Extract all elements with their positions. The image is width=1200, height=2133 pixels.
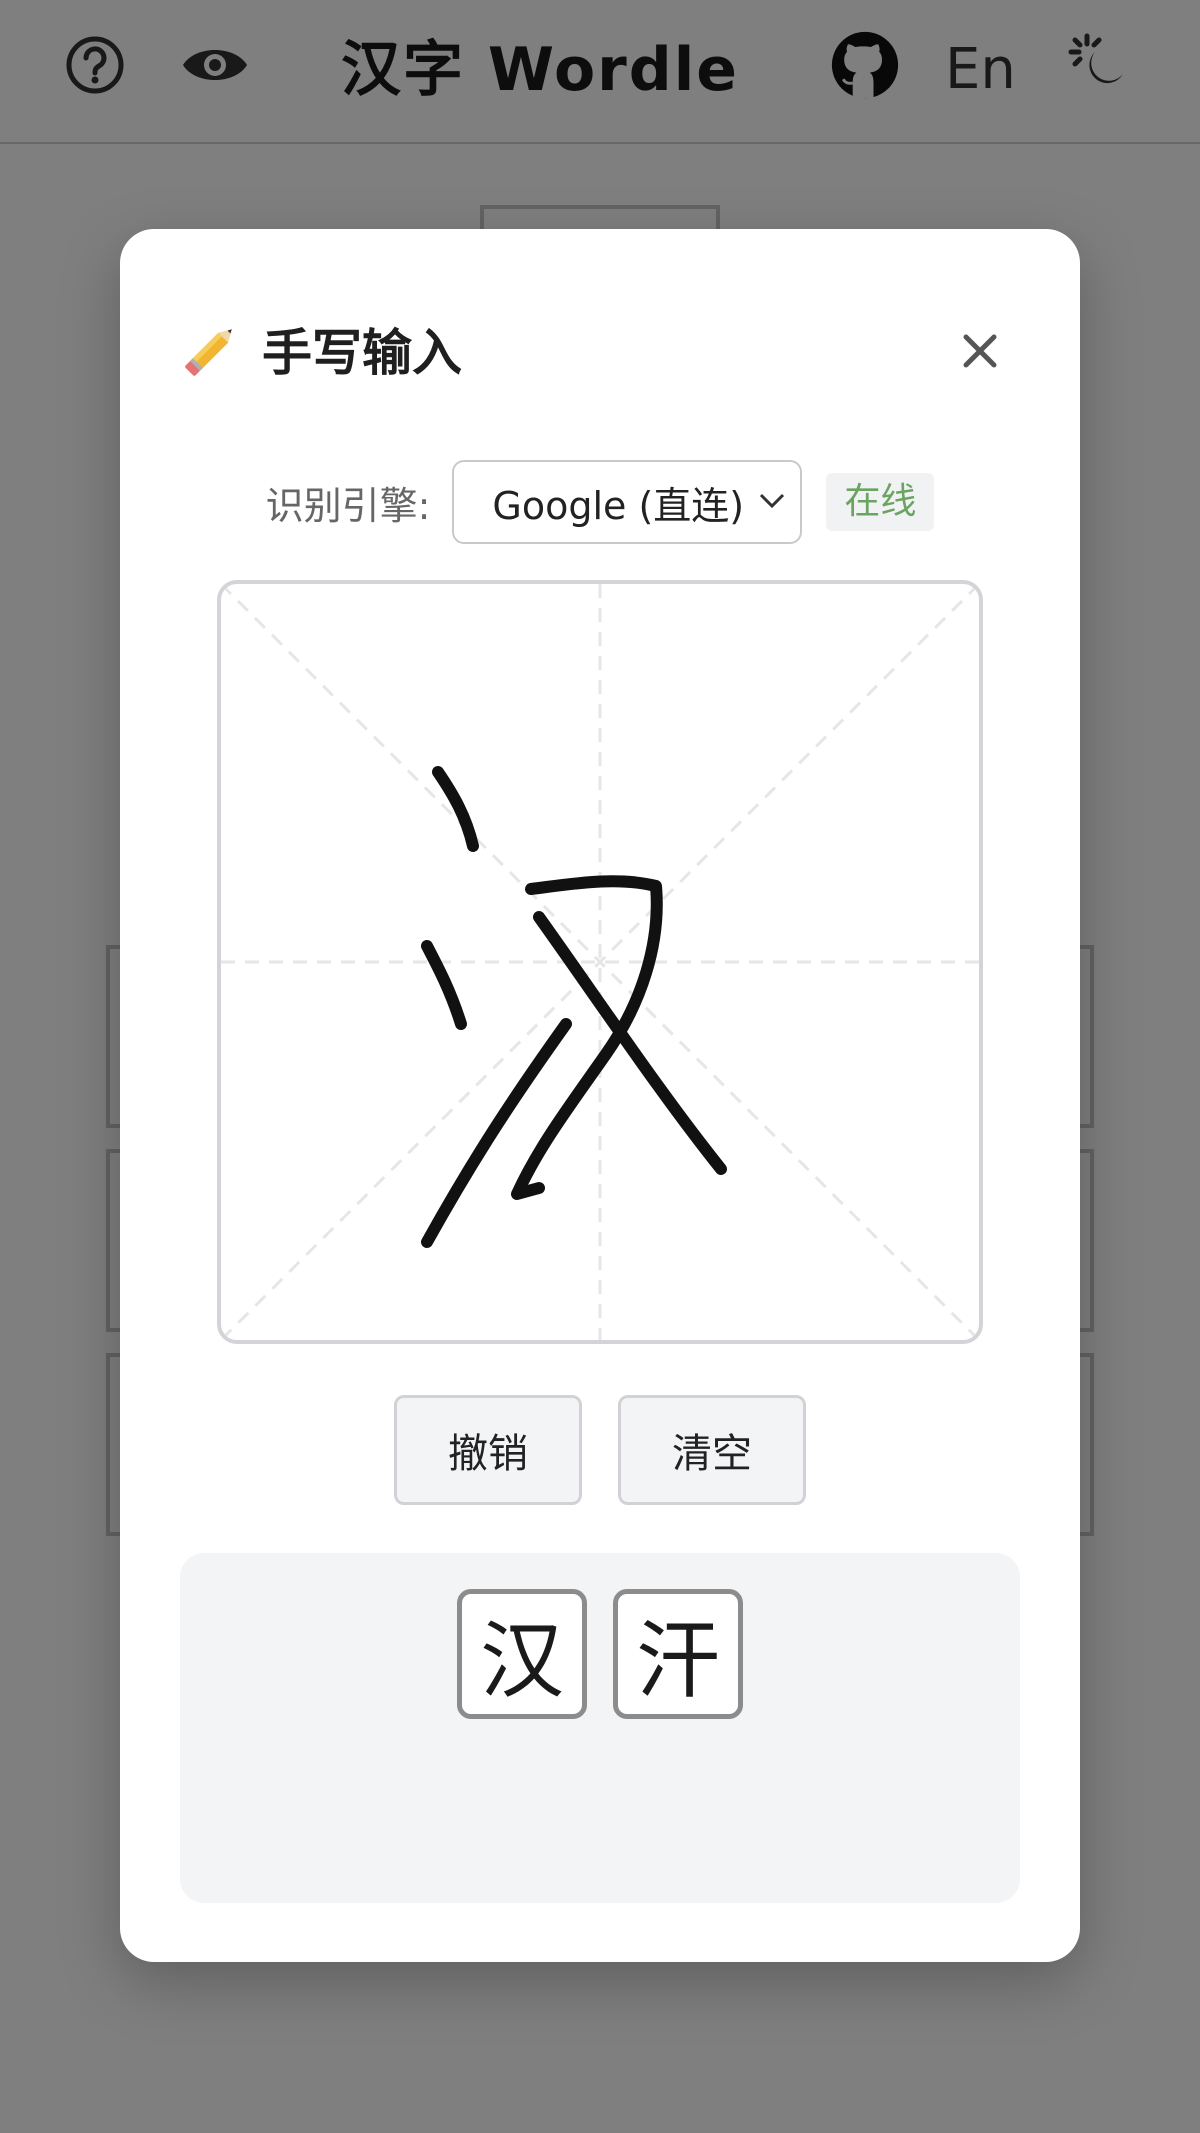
chevron-down-icon [760, 493, 785, 509]
canvas-controls: 撤销 清空 [120, 1395, 1080, 1505]
modal-header: 手写输入 [180, 309, 462, 389]
candidates-list: 汉 汗 [180, 1589, 1020, 1719]
engine-label: 识别引擎: [265, 483, 431, 528]
canvas-drawing [221, 584, 979, 1340]
modal-title: 手写输入 [262, 324, 462, 382]
status-badge: 在线 [826, 473, 935, 531]
candidate-char[interactable]: 汗 [613, 1589, 743, 1719]
candidate-char[interactable]: 汉 [457, 1589, 587, 1719]
candidates-panel: 汉 汗 [180, 1553, 1020, 1903]
engine-selected-value: Google (直连) [492, 483, 745, 528]
undo-button[interactable]: 撤销 [394, 1395, 582, 1505]
engine-select[interactable]: Google (直连) [452, 460, 803, 544]
close-button[interactable] [950, 321, 1010, 381]
handwriting-canvas[interactable] [217, 580, 983, 1344]
handwritten-strokes [421, 766, 727, 1248]
grid-guides [221, 584, 979, 1340]
engine-row: 识别引擎: Google (直连) 在线 [120, 457, 1080, 547]
clear-button[interactable]: 清空 [618, 1395, 806, 1505]
pencil-icon [185, 329, 232, 376]
handwriting-modal: 手写输入 识别引擎: Google (直连) 在线 撤销 清空 汉 汗 [120, 229, 1080, 1962]
close-icon [963, 334, 997, 368]
